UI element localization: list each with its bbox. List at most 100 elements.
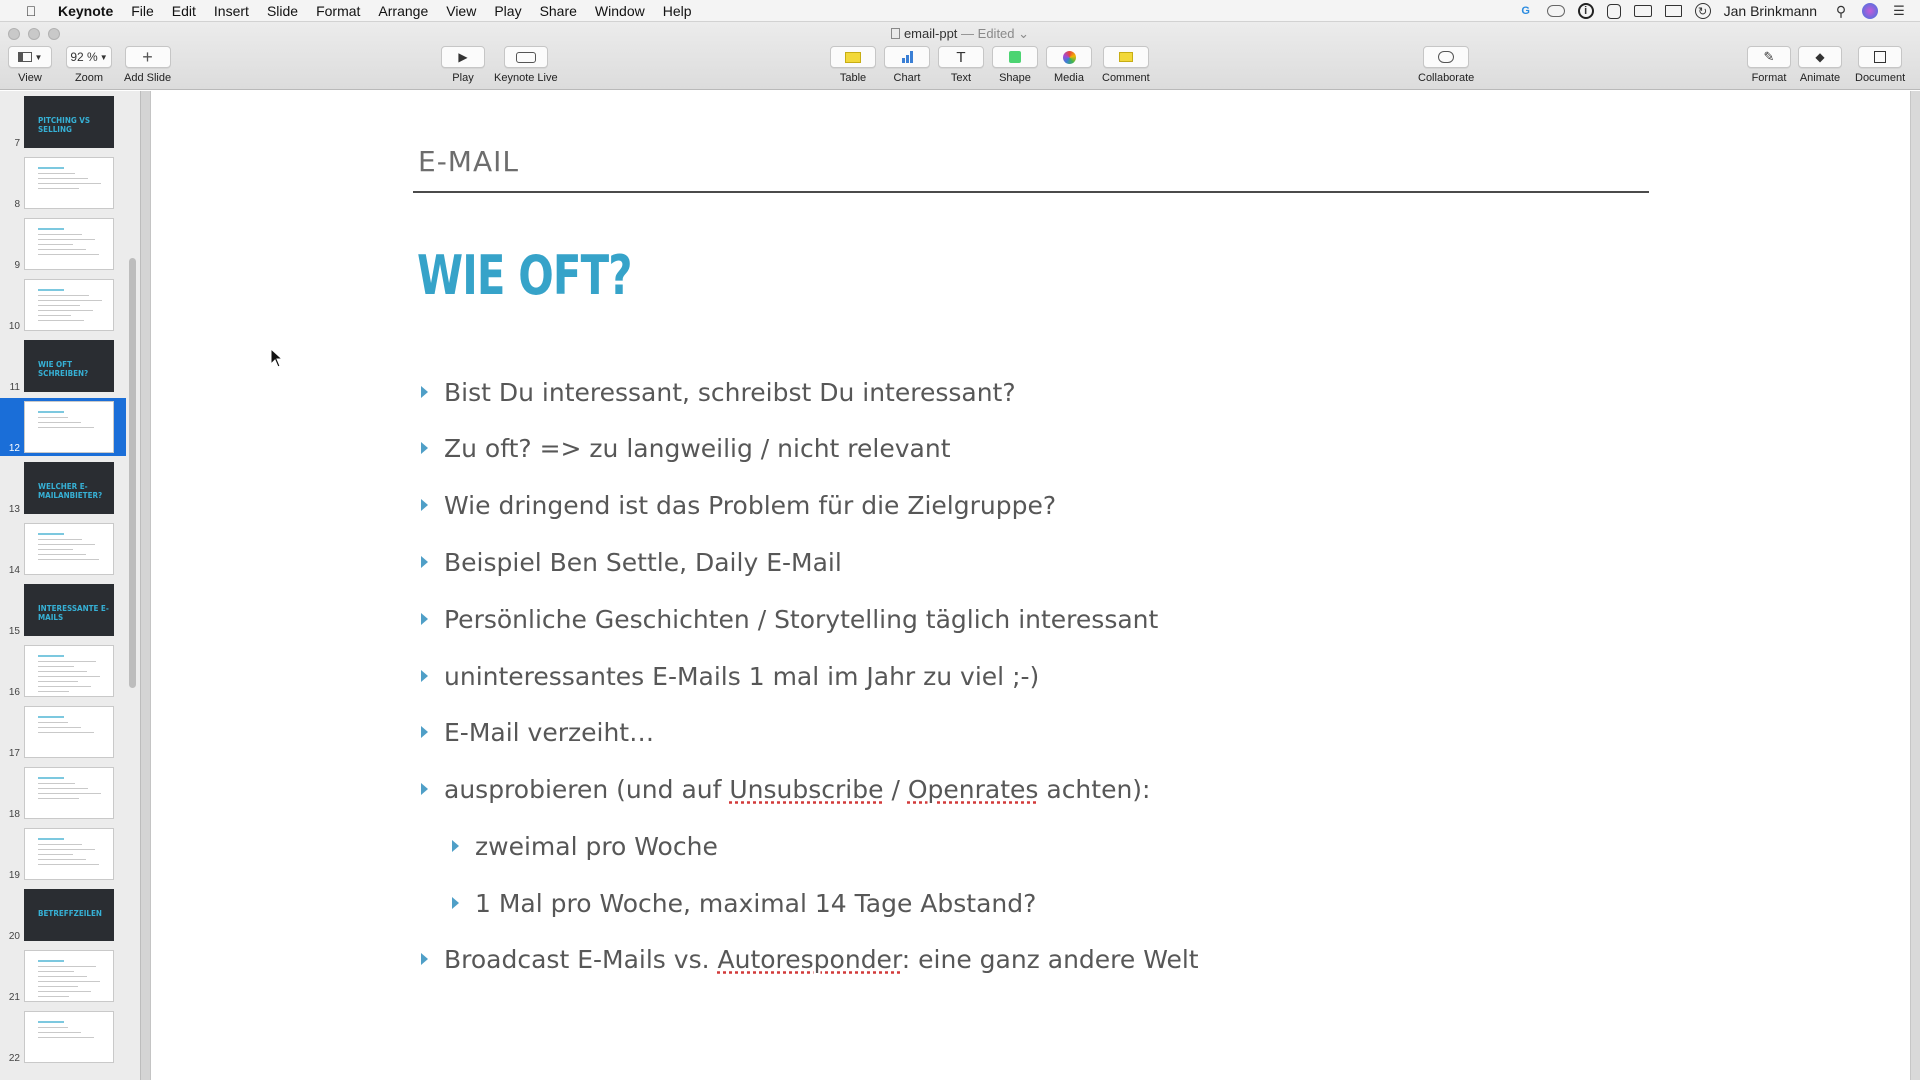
sub-bullet-item[interactable]: zweimal pro Woche [452, 831, 718, 861]
slide-thumbnail[interactable]: WELCHER E-MAILANBIETER? [24, 462, 114, 514]
notification-center-icon[interactable]: ☰ [1891, 3, 1907, 19]
bullet-item[interactable]: Wie dringend ist das Problem für die Zie… [421, 490, 1056, 520]
slide-thumbnail[interactable]: WIE OFT SCHREIBEN? [24, 340, 114, 392]
bullet-item[interactable]: uninteressantes E-Mails 1 mal im Jahr zu… [421, 661, 1039, 691]
slide-thumbnail-row[interactable]: 17 [0, 703, 126, 761]
slide-thumbnail[interactable] [24, 950, 114, 1002]
shape-button[interactable] [992, 46, 1038, 68]
time-machine-icon[interactable]: ↻ [1694, 3, 1711, 19]
thumbnail-heading [38, 533, 64, 535]
user-name[interactable]: Jan Brinkmann [1724, 3, 1817, 19]
slide-thumbnail-row[interactable]: WIE OFT SCHREIBEN? 11 [0, 337, 126, 395]
navigator-scrollbar[interactable] [129, 258, 136, 688]
thumbnail-heading [38, 655, 64, 657]
slide-navigator[interactable]: PITCHING VS SELLING 7 8 9 10 WIE OFT SCHREIBE… [0, 91, 140, 1080]
search-icon[interactable]: ⚲ [1833, 3, 1849, 19]
menu-slide[interactable]: Slide [267, 3, 298, 19]
apple-menu-icon[interactable]:  [20, 3, 42, 19]
thumbnail-text-line [38, 315, 71, 316]
bullet-item[interactable]: E-Mail verzeiht… [421, 717, 654, 747]
thumbnail-text-line [38, 854, 73, 855]
bullet-item[interactable]: Zu oft? => zu langweilig / nicht relevan… [421, 433, 951, 463]
slide-thumbnail-row[interactable]: 18 [0, 764, 126, 822]
chart-button[interactable] [884, 46, 930, 68]
siri-icon[interactable] [1862, 3, 1878, 19]
slide-number: 17 [8, 748, 20, 759]
slide-title[interactable]: WIE OFT? [417, 244, 633, 307]
slide-thumbnail-row[interactable]: 16 [0, 642, 126, 700]
document-button[interactable] [1858, 46, 1903, 68]
bullet-item[interactable]: Broadcast E-Mails vs. Autoresponder: ein… [421, 944, 1199, 974]
menu-play[interactable]: Play [494, 3, 521, 19]
menu-app[interactable]: Keynote [58, 3, 113, 19]
play-button[interactable]: ▶ [441, 46, 485, 68]
slide-canvas[interactable] [151, 91, 1910, 1080]
paintbrush-icon: ✎ [1763, 49, 1775, 64]
menu-edit[interactable]: Edit [172, 3, 196, 19]
menu-share[interactable]: Share [540, 3, 577, 19]
slide-thumbnail[interactable]: PITCHING VS SELLING [24, 96, 114, 148]
camera-icon[interactable] [1633, 5, 1652, 17]
format-button[interactable]: ✎ [1747, 46, 1791, 68]
slide-thumbnail[interactable] [24, 279, 114, 331]
slide-number: 12 [8, 443, 20, 454]
table-button[interactable] [830, 46, 876, 68]
slide-thumbnail-row[interactable]: 9 [0, 215, 126, 273]
slide-thumbnail[interactable] [24, 767, 114, 819]
menu-insert[interactable]: Insert [214, 3, 249, 19]
keynote-live-button[interactable] [503, 46, 548, 68]
menu-help[interactable]: Help [663, 3, 692, 19]
zoom-select[interactable]: 92 % ▼ [66, 46, 112, 68]
document-title[interactable]: email-ppt — Edited ⌄ [0, 26, 1920, 42]
slide-thumbnail-row[interactable]: 8 [0, 154, 126, 212]
slide-thumbnail[interactable] [24, 218, 114, 270]
menu-file[interactable]: File [131, 3, 154, 19]
slide-thumbnail[interactable]: BETREFFZEILEN [24, 889, 114, 941]
sync-icon[interactable]: G [1518, 3, 1534, 19]
lock-icon[interactable] [1606, 3, 1621, 19]
slide-kicker[interactable]: E-MAIL [418, 145, 519, 178]
bullet-item[interactable]: Persönliche Geschichten / Storytelling t… [421, 604, 1158, 634]
slide-thumbnail[interactable] [24, 401, 114, 453]
thumbnail-text-line [38, 732, 94, 733]
sub-bullet-item[interactable]: 1 Mal pro Woche, maximal 14 Tage Abstand… [452, 888, 1036, 918]
slide-thumbnail-row[interactable]: 21 [0, 947, 126, 1005]
slide-thumbnail[interactable]: INTERESSANTE E-MAILS [24, 584, 114, 636]
bullet-text: E-Mail verzeiht… [444, 717, 655, 747]
media-button[interactable] [1046, 46, 1092, 68]
animate-button[interactable]: ◆ [1798, 46, 1842, 68]
slide-thumbnail[interactable] [24, 523, 114, 575]
view-button[interactable]: ▼ [8, 46, 52, 68]
bullet-item[interactable]: Beispiel Ben Settle, Daily E-Mail [421, 547, 842, 577]
slide-thumbnail[interactable] [24, 706, 114, 758]
info-icon[interactable]: i [1577, 3, 1594, 19]
menu-format[interactable]: Format [316, 3, 360, 19]
slide-thumbnail[interactable] [24, 645, 114, 697]
slide-thumbnail[interactable] [24, 157, 114, 209]
menu-window[interactable]: Window [595, 3, 645, 19]
slide-thumbnail-row[interactable]: INTERESSANTE E-MAILS 15 [0, 581, 126, 639]
slide-thumbnail-row[interactable]: 12 [0, 398, 126, 456]
bullet-item[interactable]: Bist Du interessant, schreibst Du intere… [421, 377, 1016, 407]
slide-thumbnail-row[interactable]: 22 [0, 1008, 126, 1066]
thumbnail-text-line [38, 722, 68, 723]
slide-thumbnail-row[interactable]: 14 [0, 520, 126, 578]
slide-thumbnail-row[interactable]: PITCHING VS SELLING 7 [0, 93, 126, 151]
slide-thumbnail-row[interactable]: 10 [0, 276, 126, 334]
slide-thumbnail-row[interactable]: BETREFFZEILEN 20 [0, 886, 126, 944]
comment-button[interactable] [1102, 46, 1149, 68]
menu-arrange[interactable]: Arrange [378, 3, 428, 19]
bullet-item[interactable]: ausprobieren (und auf Unsubscribe / Open… [421, 774, 1150, 804]
text-button[interactable]: T [938, 46, 984, 68]
add-slide-button[interactable]: + [124, 46, 171, 68]
collaborate-button[interactable] [1423, 46, 1470, 68]
menu-view[interactable]: View [446, 3, 476, 19]
slide-number: 21 [8, 992, 20, 1003]
slide-thumbnail[interactable] [24, 828, 114, 880]
navigator-divider[interactable] [140, 91, 151, 1080]
slide-thumbnail-row[interactable]: WELCHER E-MAILANBIETER? 13 [0, 459, 126, 517]
airplay-icon[interactable] [1664, 5, 1682, 17]
slide-thumbnail[interactable] [24, 1011, 114, 1063]
cloud-icon[interactable] [1546, 5, 1565, 17]
slide-thumbnail-row[interactable]: 19 [0, 825, 126, 883]
